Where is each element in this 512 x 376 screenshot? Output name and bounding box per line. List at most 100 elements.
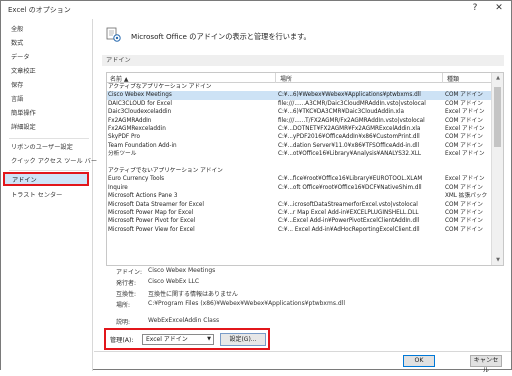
table-row[interactable]: 分析ツール C:¥...ot¥Office16¥Library¥Analysis¥… (107, 150, 491, 158)
cell-location: C:¥...r Map Excel Add-in¥EXCELPLUGINSHEL… (278, 210, 419, 216)
cell-type: XML 拡張パック (445, 193, 488, 200)
table-row[interactable]: Team Foundation Add-in C:¥...dation Serve… (107, 142, 491, 150)
sidebar-item-general[interactable]: 全般 (1, 23, 93, 37)
cell-type: Excel アドイン (445, 109, 485, 116)
cell-name: Microsoft Power Map for Excel (108, 210, 194, 216)
cell-name: Fx2AGMRAddIn (108, 117, 152, 124)
sidebar-item-data[interactable]: データ (1, 51, 93, 65)
table-row[interactable]: Euro Currency Tools C:¥...fice¥root¥Offic… (107, 175, 491, 183)
section-title: アドイン (102, 55, 504, 66)
cell-name: Microsoft Actions Pane 3 (108, 193, 178, 200)
sidebar-item-accessibility[interactable]: 簡単操作 (1, 107, 93, 121)
cell-location: C:¥...DOTNET¥FX2AGMR¥Fx2AGMRExcelAddin.x… (278, 126, 421, 132)
cell-type: Excel アドイン (445, 176, 485, 183)
excel-options-dialog: Excel のオプション ? ✕ 全般 数式 データ 文章校正 保存 言語 簡単… (0, 0, 512, 374)
cell-type: COM アドイン (445, 117, 483, 124)
cell-location: file:///......T/FX2AGMR/Fx2AGMRAddIn.vst… (278, 117, 425, 124)
cell-name: Euro Currency Tools (108, 176, 165, 183)
table-row[interactable]: Microsoft Data Streamer for Excel C:¥...i… (107, 201, 491, 209)
sidebar-item-formulas[interactable]: 数式 (1, 37, 93, 51)
sidebar-item-advanced[interactable]: 詳細設定 (1, 121, 93, 135)
column-divider[interactable] (275, 73, 276, 83)
sidebar-item-language[interactable]: 言語 (1, 93, 93, 107)
cell-type: COM アドイン (445, 218, 483, 225)
close-button[interactable]: ✕ (491, 3, 507, 13)
table-group-header: アクティブなアプリケーション アドイン (107, 83, 491, 91)
column-header-name[interactable]: 名前 ▲ (110, 74, 129, 83)
cell-location: file:///......A3CMR/Daic3CloudMRAddIn.vs… (278, 100, 426, 107)
addins-table: 名前 ▲ 場所 種類 アクティブなアプリケーション アドイン Cisco Webe… (106, 72, 504, 266)
sidebar: 全般 数式 データ 文章校正 保存 言語 簡単操作 詳細設定 リボンのユーザー設… (1, 19, 97, 371)
table-row[interactable]: Fx2AGMRAddIn file:///......T/FX2AGMR/Fx2A… (107, 117, 491, 125)
title-bar: Excel のオプション ? ✕ (1, 1, 511, 19)
table-row[interactable]: Microsoft Power Pivot for Excel C:¥...Exc… (107, 217, 491, 225)
help-button[interactable]: ? (467, 3, 483, 13)
cell-name: Team Foundation Add-in (108, 142, 177, 149)
cell-type: COM アドイン (445, 92, 483, 99)
table-row[interactable]: Fx2AGMRexceladdin C:¥...DOTNET¥FX2AGMR¥Fx… (107, 125, 491, 133)
cell-location: C:¥...Excel Add-in¥PowerPivotExcelClient… (278, 218, 420, 225)
column-header-location[interactable]: 場所 (280, 74, 292, 83)
cell-location: C:¥...oft Office¥root¥Office16¥DCF¥Nativ… (278, 184, 422, 191)
scroll-up-icon[interactable]: ▲ (492, 73, 503, 83)
cell-location: C:¥...fice¥root¥Office16¥Library¥EUROTOO… (278, 176, 423, 183)
scroll-thumb[interactable] (494, 87, 501, 147)
cell-name: アクティブなアプリケーション アドイン (108, 84, 212, 90)
manage-group: 管理(A): Excel アドイン ▼ 設定(G)... (104, 328, 270, 350)
cell-type: COM アドイン (445, 100, 483, 107)
main-content: Microsoft Office のアドインの表示と管理を行います。 アドイン … (94, 19, 511, 374)
table-row[interactable]: SkyPDF Pro C:¥...yPDF2016¥OfficeAddIn¥x86… (107, 133, 491, 141)
sidebar-item-trust-center[interactable]: トラスト センター (1, 189, 93, 203)
cancel-button[interactable]: キャンセル (470, 355, 502, 374)
table-row[interactable]: DAIC3CLOUD for Excel file:///......A3CMR/… (107, 100, 491, 108)
cell-name: Daic3Cloudexceladdin (108, 109, 172, 116)
table-row[interactable]: Microsoft Power Map for Excel C:¥...r Map… (107, 209, 491, 217)
table-row (107, 159, 491, 167)
cell-location: C:¥...yPDF2016¥OfficeAddIn¥x86¥CustomPri… (278, 134, 420, 141)
manage-go-button[interactable]: 設定(G)... (220, 333, 266, 346)
cell-type: Excel アドイン (445, 126, 485, 132)
table-row[interactable]: Cisco Webex Meetings C:¥...6)¥Webex¥Webex… (107, 91, 491, 100)
cell-location: C:¥...ot¥Office16¥Library¥Analysis¥ANALY… (278, 151, 422, 158)
sidebar-item-quick-access-toolbar[interactable]: クイック アクセス ツール バー (1, 155, 97, 169)
column-divider[interactable] (442, 73, 443, 83)
cell-type: COM アドイン (445, 142, 483, 149)
vertical-scrollbar[interactable]: ▲ ▼ (491, 73, 503, 265)
sidebar-item-save[interactable]: 保存 (1, 79, 93, 93)
cell-name: Microsoft Power Pivot for Excel (108, 218, 196, 225)
addin-gear-icon (106, 27, 121, 42)
column-header-type[interactable]: 種類 (447, 74, 459, 83)
cell-name: アクティブでないアプリケーション アドイン (108, 168, 223, 174)
cell-location: C:¥...6)¥TKC¥DA3CMR¥Daic3CloudAddin.xla (278, 109, 404, 116)
table-row[interactable]: Microsoft Power View for Excel C:¥... Exc… (107, 226, 491, 234)
window-title: Excel のオプション (8, 6, 71, 14)
cell-location: C:¥... Excel Add-in¥AdHocReportingExcelC… (278, 226, 420, 233)
cell-type: COM アドイン (445, 210, 483, 216)
cell-type: COM アドイン (445, 134, 483, 141)
sidebar-item-addins[interactable]: アドイン (3, 172, 89, 186)
cell-type: COM アドイン (445, 184, 483, 191)
table-group-header: アクティブでないアプリケーション アドイン (107, 167, 491, 175)
cell-type: COM アドイン (445, 201, 483, 208)
cell-name: Microsoft Data Streamer for Excel (108, 201, 204, 208)
cell-name: Fx2AGMRexceladdin (108, 126, 166, 132)
footer-divider (94, 351, 511, 352)
cell-name: SkyPDF Pro (108, 134, 140, 141)
sidebar-item-proofing[interactable]: 文章校正 (1, 65, 93, 79)
manage-label: 管理(A): (110, 337, 134, 344)
sidebar-divider (9, 170, 89, 171)
table-row[interactable]: Daic3Cloudexceladdin C:¥...6)¥TKC¥DA3CMR¥… (107, 108, 491, 116)
table-header: 名前 ▲ 場所 種類 (107, 73, 491, 83)
cell-location: C:¥...6)¥Webex¥Webex¥Applications¥ptwbxm… (278, 92, 421, 99)
manage-dropdown[interactable]: Excel アドイン ▼ (142, 334, 214, 345)
scroll-down-icon[interactable]: ▼ (492, 255, 503, 265)
cell-name: Cisco Webex Meetings (108, 92, 172, 99)
sidebar-divider (9, 138, 89, 139)
cell-location: C:¥...dation Server¥11.0¥x86¥TFSOfficeAd… (278, 142, 420, 149)
sidebar-item-customize-ribbon[interactable]: リボンのユーザー設定 (1, 141, 93, 155)
cell-name: Microsoft Power View for Excel (108, 226, 195, 233)
table-row[interactable]: Microsoft Actions Pane 3 XML 拡張パック (107, 192, 491, 200)
table-row[interactable]: Inquire C:¥...oft Office¥root¥Office16¥DC… (107, 184, 491, 192)
ok-button[interactable]: OK (403, 355, 435, 367)
cell-type: Excel アドイン (445, 151, 485, 158)
